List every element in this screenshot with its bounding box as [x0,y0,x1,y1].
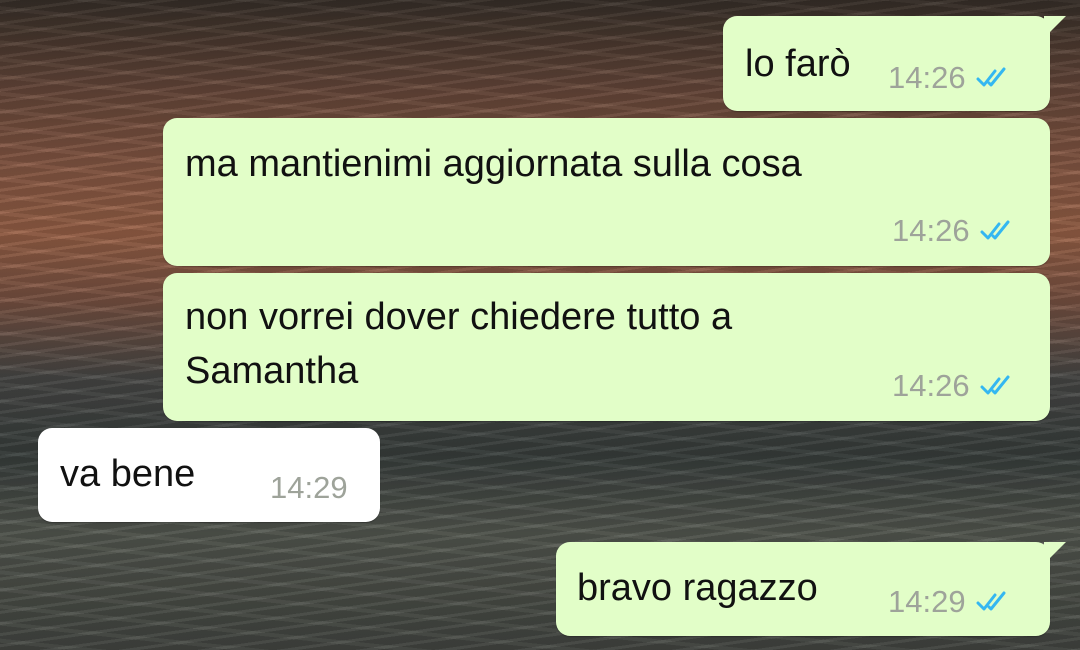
message-text: lo farò [745,43,851,85]
message-meta: 14:26 [892,368,1016,404]
message-text-line-1: non vorrei dover chiedere tutto a [185,296,733,338]
message-meta: 14:26 [892,213,1016,249]
message-meta: 14:29 [888,584,1012,620]
message-timestamp: 14:26 [888,60,966,95]
bubble-tail [1044,16,1066,38]
message-meta: 14:26 [888,60,1012,96]
message-meta: 14:29 [270,470,348,506]
outgoing-message-bubble[interactable]: non vorrei dover chiedere tutto a Samant… [163,273,1050,421]
outgoing-message-bubble[interactable]: bravo ragazzo 14:29 [556,542,1050,636]
chat-background: lo farò 14:26 ma mantienimi aggiornata s… [0,0,1080,650]
outgoing-message-bubble[interactable]: ma mantienimi aggiornata sulla cosa 14:2… [163,118,1050,266]
outgoing-message-bubble[interactable]: lo farò 14:26 [723,16,1050,111]
message-text: bravo ragazzo [577,567,818,609]
message-timestamp: 14:29 [888,584,966,619]
bubble-tail [1044,542,1066,564]
message-timestamp: 14:26 [892,213,970,248]
message-timestamp: 14:26 [892,368,970,403]
message-text-line-2: Samantha [185,350,359,392]
incoming-message-bubble[interactable]: va bene 14:29 [38,428,380,522]
message-text: ma mantienimi aggiornata sulla cosa [185,143,802,185]
message-timestamp: 14:29 [270,470,348,505]
double-check-read-icon [976,591,1006,611]
message-text: va bene [60,453,196,495]
double-check-read-icon [976,67,1006,87]
double-check-read-icon [980,375,1010,395]
double-check-read-icon [980,220,1010,240]
